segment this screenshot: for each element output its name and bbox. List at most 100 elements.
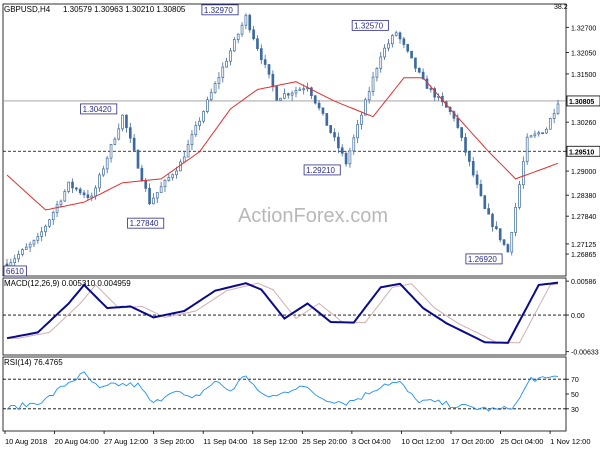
- x-tick-label: 1 Nov 12:00: [550, 437, 590, 446]
- price-y-tick-label: 1.32050: [571, 51, 596, 58]
- candle-body: [313, 95, 317, 104]
- price-annotation-label: 1.32570: [354, 21, 383, 30]
- candle-body: [329, 125, 332, 133]
- x-tick-label: 17 Oct 20:00: [451, 437, 494, 446]
- candle-body: [109, 144, 113, 159]
- candle-body: [59, 200, 63, 206]
- rsi-y-tick-label: 70: [571, 377, 579, 384]
- candle-body: [379, 56, 383, 69]
- candle-body: [475, 174, 479, 185]
- candle-body: [321, 107, 325, 114]
- candle-body: [21, 249, 24, 255]
- candle-body: [402, 38, 406, 45]
- candle-body: [340, 147, 344, 154]
- x-tick-label: 11 Sep 04:00: [203, 437, 247, 446]
- candle-body: [51, 211, 55, 221]
- candle-body: [148, 187, 151, 205]
- candle-body: [337, 136, 340, 149]
- price-scale-box-label: 1.30805: [569, 99, 594, 106]
- candle-body: [67, 181, 70, 192]
- candle-body: [105, 157, 109, 170]
- candle-body: [510, 232, 514, 253]
- candle-body: [460, 127, 463, 138]
- candle-body: [279, 97, 282, 101]
- candle-body: [541, 132, 544, 135]
- price-annotation-label: 6610: [6, 267, 24, 276]
- candle-body: [17, 254, 20, 260]
- candle-body: [221, 66, 225, 78]
- candle-body: [344, 152, 348, 165]
- candle-body: [32, 239, 36, 245]
- candle-body: [155, 192, 159, 199]
- price-annotation-label: 1.30420: [83, 105, 112, 114]
- x-tick-label: 18 Sep 12:00: [253, 437, 298, 446]
- candle-body: [152, 197, 155, 205]
- x-tick-label: 25 Sep 20:00: [302, 437, 347, 446]
- candle-body: [86, 194, 90, 199]
- candle-body: [209, 92, 213, 101]
- candle-body: [259, 48, 263, 61]
- price-annotation-label: 1.27840: [130, 219, 159, 228]
- candle-body: [383, 47, 386, 58]
- candle-body: [206, 99, 209, 112]
- candle-body: [113, 138, 117, 145]
- candle-body: [240, 24, 244, 35]
- price-y-tick-label: 1.26865: [571, 252, 596, 259]
- candle-body: [271, 73, 275, 87]
- instrument-label: GBPUSD,H4: [4, 5, 51, 14]
- candle-body: [28, 243, 32, 248]
- candle-body: [167, 177, 171, 181]
- candle-body: [548, 118, 552, 130]
- candle-body: [525, 136, 529, 163]
- candle-body: [367, 91, 371, 101]
- candle-body: [514, 206, 517, 233]
- candle-body: [352, 137, 356, 152]
- candle-body: [182, 156, 186, 163]
- candle-body: [456, 117, 460, 128]
- price-y-tick-label: 1.27840: [571, 214, 596, 221]
- x-tick-label: 27 Aug 12:00: [104, 437, 148, 446]
- candle-body: [356, 124, 359, 139]
- candle-body: [518, 184, 521, 208]
- candle-body: [144, 180, 148, 189]
- candle-body: [75, 187, 78, 190]
- rsi-label: RSI(14) 76.4765: [4, 358, 63, 367]
- price-annotation-label: 1.29210: [306, 166, 335, 175]
- macd-y-tick-label: 0.00: [571, 313, 585, 320]
- candle-body: [390, 35, 394, 45]
- candle-body: [236, 33, 240, 40]
- candle-body: [102, 168, 105, 176]
- candle-body: [325, 113, 329, 126]
- price-annotation-label: 1.26920: [468, 255, 497, 264]
- candle-body: [186, 144, 190, 158]
- candle-body: [163, 179, 167, 188]
- candle-body: [263, 59, 267, 65]
- candle-body: [132, 137, 136, 151]
- candle-body: [498, 228, 502, 241]
- watermark: ActionForex.com: [238, 205, 388, 227]
- candle-body: [217, 77, 221, 84]
- candle-body: [198, 120, 201, 126]
- candle-body: [128, 127, 132, 139]
- price-y-tick-label: 1.29000: [571, 169, 596, 176]
- candle-body: [36, 236, 40, 241]
- price-y-tick-label: 1.30260: [571, 120, 596, 127]
- candle-body: [290, 92, 294, 96]
- candle-body: [244, 14, 248, 26]
- candle-body: [464, 137, 467, 153]
- gbpusd-chart: ActionForex.com 10 Aug 2018 20 Aug 04:00 2…: [0, 0, 600, 450]
- candle-body: [521, 161, 525, 186]
- candle-body: [417, 67, 421, 73]
- candle-body: [502, 239, 506, 245]
- candle-body: [468, 151, 471, 162]
- candle-body: [171, 174, 175, 178]
- candle-body: [233, 39, 236, 52]
- candle-body: [371, 76, 375, 92]
- candle-body: [387, 43, 390, 49]
- candle-body: [98, 174, 101, 189]
- x-tick-label: 3 Oct 04:00: [352, 437, 391, 446]
- candle-body: [537, 132, 541, 135]
- x-tick-label: 3 Sep 20:00: [154, 437, 194, 446]
- candle-body: [78, 188, 82, 194]
- candle-body: [140, 167, 144, 181]
